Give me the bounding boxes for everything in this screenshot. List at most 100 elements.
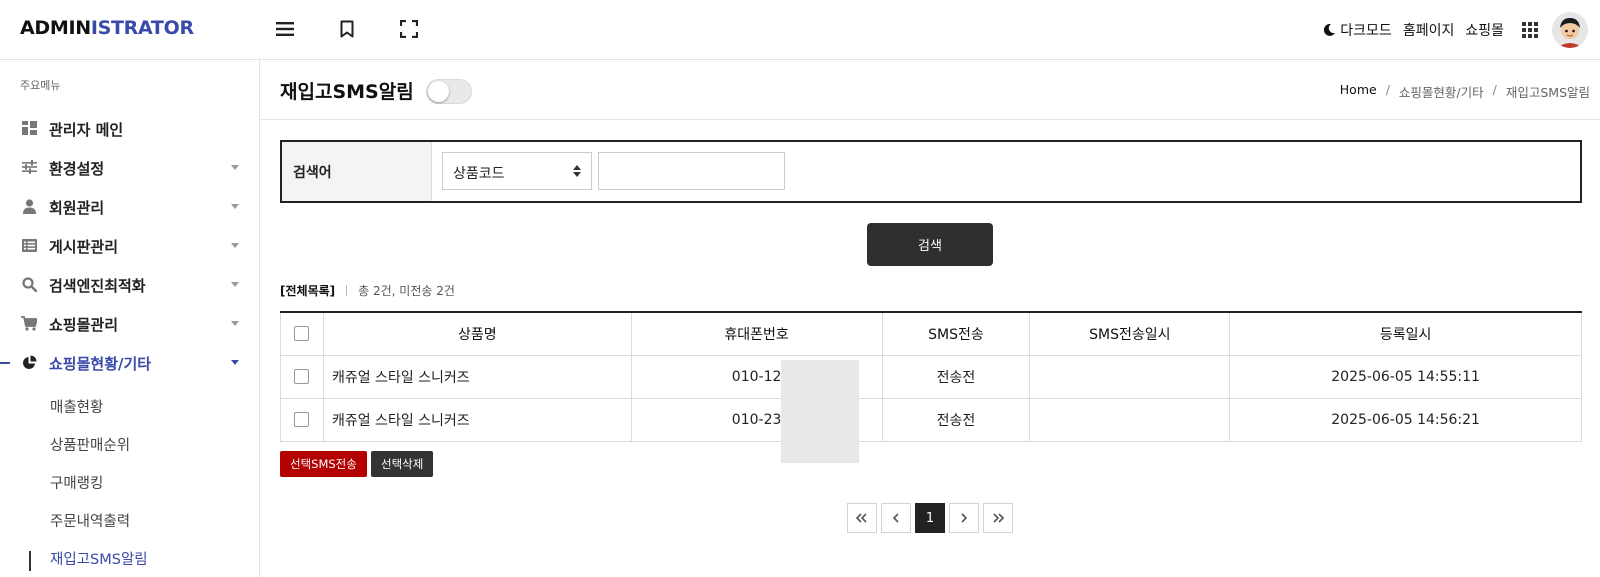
sidebar-item-shop-admin[interactable]: 쇼핑몰관리 <box>0 310 259 338</box>
toggle-knob <box>428 81 449 102</box>
dark-mode-toggle[interactable]: 다크모드 <box>1322 20 1392 40</box>
sidebar-section-title: 주요메뉴 <box>20 79 61 92</box>
avatar[interactable] <box>1552 12 1588 48</box>
phone-number: 010-12 <box>731 368 782 385</box>
search-label: 검색어 <box>282 142 432 201</box>
sidebar-item-label: 쇼핑몰관리 <box>49 316 119 334</box>
column-header: SMS전송일시 <box>1029 311 1231 356</box>
chevron-left-icon <box>892 513 899 523</box>
column-header: 상품명 <box>322 311 632 356</box>
registered-at-cell: 2025-06-05 14:55:11 <box>1229 354 1582 399</box>
table-row: 캐쥬얼 스타일 스니커즈 010-12 전송전 2025-06-05 14:55… <box>280 354 1582 420</box>
sliders-icon <box>21 159 37 175</box>
sidebar-item-label: 관리자 메인 <box>49 121 124 139</box>
send-selected-sms-button[interactable]: 선택SMS전송 <box>280 451 367 477</box>
column-header: SMS전송 <box>881 311 1031 356</box>
chevron-right-icon <box>961 513 968 523</box>
sms-sent-at-cell <box>1029 354 1231 399</box>
column-header: 휴대폰번호 <box>630 311 883 356</box>
last-page-button[interactable] <box>983 503 1013 533</box>
sidebar-item-admin-main[interactable]: 관리자 메인 <box>0 115 259 143</box>
dashboard-icon <box>21 120 37 136</box>
divider <box>346 285 348 296</box>
list-icon <box>21 237 37 253</box>
sidebar-item-shop-stats[interactable]: 쇼핑몰현황/기타 <box>0 349 259 377</box>
search-button[interactable]: 검색 <box>867 223 993 266</box>
prev-page-button[interactable] <box>881 503 911 533</box>
sidebar-subitem-sales[interactable]: 매출현황 <box>50 396 103 417</box>
redaction-mask <box>780 402 859 463</box>
page-number-button[interactable]: 1 <box>915 503 945 533</box>
logo-text-admin: ADMIN <box>20 17 91 39</box>
logo-text-istrator: ISTRATOR <box>90 17 194 39</box>
toggle-switch[interactable] <box>426 79 472 104</box>
row-select-cell <box>280 354 324 399</box>
sidebar-subitem-purchase-ranking[interactable]: 구매랭킹 <box>50 472 103 493</box>
active-indicator <box>0 362 10 364</box>
chevron-down-icon <box>231 165 239 170</box>
list-summary: [전체목록] 총 2건, 미전송 2건 <box>280 282 455 299</box>
sidebar-item-seo[interactable]: 검색엔진최적화 <box>0 271 259 299</box>
double-chevron-right-icon <box>993 513 1004 523</box>
delete-selected-button[interactable]: 선택삭제 <box>371 451 434 477</box>
sms-status-cell: 전송전 <box>881 354 1031 399</box>
header-actions: 다크모드 홈페이지 쇼핑몰 <box>1311 0 1600 60</box>
product-name-cell: 캐쥬얼 스타일 스니커즈 <box>322 354 632 399</box>
sidebar-item-members[interactable]: 회원관리 <box>0 193 259 221</box>
row-select-cell <box>280 397 324 442</box>
summary-counts: 총 2건, 미전송 2건 <box>358 284 455 298</box>
breadcrumb-home[interactable]: Home <box>1340 82 1377 101</box>
chevron-down-icon <box>231 282 239 287</box>
select-all-checkbox[interactable] <box>294 326 310 342</box>
chevron-down-icon <box>231 321 239 326</box>
sidebar-item-label: 환경설정 <box>49 160 105 178</box>
search-field-select[interactable]: 상품코드 <box>442 152 592 190</box>
sidebar-item-settings[interactable]: 환경설정 <box>0 154 259 182</box>
chevron-down-icon <box>231 243 239 248</box>
fullscreen-icon[interactable] <box>398 18 420 40</box>
cart-icon <box>21 315 37 331</box>
sms-status-cell: 전송전 <box>881 397 1031 442</box>
pagination: 1 <box>847 503 1017 533</box>
sidebar-item-label: 회원관리 <box>49 199 105 217</box>
sidebar-item-label: 게시판관리 <box>49 238 119 256</box>
row-checkbox[interactable] <box>294 369 310 384</box>
registered-at-cell: 2025-06-05 14:56:21 <box>1229 397 1582 442</box>
breadcrumb-separator: / <box>1385 82 1390 97</box>
page-header: 재입고SMS알림 Home / 쇼핑몰현황/기타 / 재입고SMS알림 <box>260 60 1600 120</box>
product-name-cell: 캐쥬얼 스타일 스니커즈 <box>322 397 632 442</box>
search-panel: 검색어 상품코드 <box>280 140 1582 203</box>
breadcrumb-current: 재입고SMS알림 <box>1505 85 1590 100</box>
phone-cell: 010-23 <box>630 397 883 463</box>
sms-sent-at-cell <box>1029 397 1231 442</box>
table-row: 캐쥬얼 스타일 스니커즈 010-23 전송전 2025-06-05 14:56… <box>280 397 1582 463</box>
hamburger-menu-icon[interactable] <box>274 18 296 40</box>
apps-grid-icon[interactable] <box>1522 22 1538 38</box>
bookmark-icon[interactable] <box>336 18 358 40</box>
row-checkbox[interactable] <box>294 412 310 427</box>
breadcrumb-item[interactable]: 쇼핑몰현황/기타 <box>1399 82 1484 101</box>
sidebar-subitem-product-ranking[interactable]: 상품판매순위 <box>50 434 130 455</box>
sidebar-item-board[interactable]: 게시판관리 <box>0 232 259 260</box>
search-input[interactable] <box>598 152 785 190</box>
chevron-down-icon <box>231 360 239 365</box>
column-header: 등록일시 <box>1229 311 1582 356</box>
moon-icon <box>1324 23 1336 36</box>
phone-number: 010-23 <box>731 411 782 428</box>
top-header: ADMINISTRATOR 다크모드 홈페이지 쇼핑몰 <box>0 0 1600 60</box>
shop-link[interactable]: 쇼핑몰 <box>1465 20 1504 40</box>
first-page-button[interactable] <box>847 503 877 533</box>
sidebar-subitem-order-print[interactable]: 주문내역출력 <box>50 510 130 531</box>
table-header-row: 상품명 휴대폰번호 SMS전송 SMS전송일시 등록일시 <box>280 311 1582 356</box>
sms-table: 상품명 휴대폰번호 SMS전송 SMS전송일시 등록일시 캐쥬얼 스타일 스니커… <box>280 311 1582 463</box>
current-subitem-indicator <box>29 551 31 571</box>
homepage-link[interactable]: 홈페이지 <box>1403 20 1455 40</box>
logo[interactable]: ADMINISTRATOR <box>20 17 194 39</box>
sidebar-item-label: 검색엔진최적화 <box>49 277 146 295</box>
main-content: 재입고SMS알림 Home / 쇼핑몰현황/기타 / 재입고SMS알림 검색어 … <box>260 60 1600 577</box>
pie-chart-icon <box>21 354 37 370</box>
all-list-link[interactable]: [전체목록] <box>280 282 335 299</box>
sidebar-subitem-restock-sms[interactable]: 재입고SMS알림 <box>50 548 148 569</box>
page-title: 재입고SMS알림 <box>280 81 414 103</box>
next-page-button[interactable] <box>949 503 979 533</box>
